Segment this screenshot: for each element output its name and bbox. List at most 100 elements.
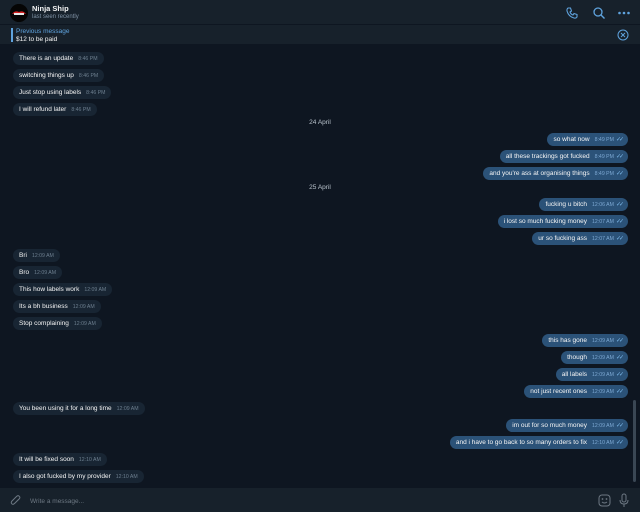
message-text: this has gone <box>548 337 588 344</box>
check-read-icon: ✓✓ <box>615 423 624 429</box>
message-text: This how labels work <box>19 286 80 293</box>
outgoing-message[interactable]: so what now 8:49 PM ✓✓ <box>547 133 628 146</box>
message-time: 12:09 AM <box>116 406 139 412</box>
message-text: and i have to go back to so many orders … <box>455 439 588 446</box>
message-text: Its a bh business <box>19 303 68 310</box>
composer <box>0 487 640 512</box>
message-time: 8:49 PM <box>594 137 614 143</box>
check-read-icon: ✓✓ <box>615 338 624 344</box>
message-text: switching things up <box>19 72 74 79</box>
incoming-message[interactable]: switching things up 8:46 PM <box>13 69 105 82</box>
check-read-icon: ✓✓ <box>615 154 624 160</box>
avatar[interactable] <box>10 4 28 22</box>
message-time: 12:09 AM <box>34 270 57 276</box>
message-time: 12:10 AM <box>78 457 101 463</box>
message-time: 12:09 AM <box>73 321 96 327</box>
incoming-message[interactable]: It will be fixed soon 12:10 AM <box>13 453 107 466</box>
incoming-message[interactable]: Just stop using labels 8:46 PM <box>13 86 112 99</box>
message-time: 12:09 AM <box>592 372 614 378</box>
message-time: 8:46 PM <box>86 90 106 96</box>
message-text: Just stop using labels <box>19 89 82 96</box>
message-text: all these trackings got fucked <box>505 153 590 160</box>
message-time: 12:09 AM <box>84 287 107 293</box>
pinned-text: $12 to be paid <box>16 36 58 43</box>
outgoing-message[interactable]: all these trackings got fucked 8:49 PM ✓✓ <box>499 150 628 163</box>
message-time: 12:07 AM <box>592 219 614 225</box>
check-read-icon: ✓✓ <box>615 372 624 378</box>
date-separator: 24 April <box>309 119 331 126</box>
outgoing-message[interactable]: im out for so much money 12:09 AM ✓✓ <box>506 419 628 432</box>
message-text: You been using it for a long time <box>19 405 112 412</box>
message-text: so what now <box>553 136 590 143</box>
message-time: 8:49 PM <box>594 154 614 160</box>
incoming-message[interactable]: There is an update 8:46 PM <box>13 52 104 65</box>
microphone-icon[interactable] <box>618 493 630 508</box>
message-time: 8:46 PM <box>71 107 91 113</box>
incoming-message[interactable]: This how labels work 12:09 AM <box>13 283 113 296</box>
incoming-message[interactable]: Bro 12:09 AM <box>13 266 63 279</box>
date-separator: 25 April <box>309 184 331 191</box>
phone-icon[interactable] <box>565 6 579 20</box>
outgoing-message[interactable]: though 12:09 AM ✓✓ <box>561 351 628 364</box>
close-icon[interactable] <box>617 29 629 41</box>
message-text: all labels <box>561 371 588 378</box>
outgoing-message[interactable]: and you're ass at organising things 8:49 … <box>483 167 628 180</box>
message-time: 12:09 AM <box>592 423 614 429</box>
message-text: fucking u bitch <box>545 201 588 208</box>
scrollbar[interactable] <box>633 400 636 482</box>
more-icon[interactable] <box>617 6 631 20</box>
check-read-icon: ✓✓ <box>615 440 624 446</box>
message-time: 12:10 AM <box>592 440 614 446</box>
message-text: I will refund later <box>19 106 67 113</box>
incoming-message[interactable]: I also got fucked by my provider 12:10 AM <box>13 470 144 483</box>
message-input[interactable] <box>28 494 592 509</box>
message-time: 8:46 PM <box>78 73 99 79</box>
message-text: i lost so much fucking money <box>503 218 588 225</box>
message-text: Stop complaining <box>19 320 69 327</box>
incoming-message[interactable]: Bri 12:09 AM <box>13 249 60 262</box>
check-read-icon: ✓✓ <box>615 355 624 361</box>
outgoing-message[interactable]: and i have to go back to so many orders … <box>449 436 628 449</box>
message-text: though <box>567 354 588 361</box>
search-icon[interactable] <box>592 6 606 20</box>
incoming-message[interactable]: Stop complaining 12:09 AM <box>13 317 102 330</box>
chat-status: last seen recently <box>32 14 79 20</box>
message-time: 12:06 AM <box>592 202 614 208</box>
message-time: 12:09 AM <box>72 304 95 310</box>
outgoing-message[interactable]: ur so fucking ass 12:07 AM ✓✓ <box>532 232 628 245</box>
pinned-accent-bar <box>11 28 13 42</box>
message-time: 12:09 AM <box>31 253 54 259</box>
message-text: It will be fixed soon <box>19 456 74 463</box>
outgoing-message[interactable]: this has gone 12:09 AM ✓✓ <box>542 334 628 347</box>
check-read-icon: ✓✓ <box>615 137 624 143</box>
message-text: ur so fucking ass <box>538 235 588 242</box>
message-text: not just recent ones <box>530 388 588 395</box>
sticker-icon[interactable] <box>598 494 611 507</box>
outgoing-message[interactable]: not just recent ones 12:09 AM ✓✓ <box>524 385 628 398</box>
pinned-message[interactable]: Previous message $12 to be paid <box>0 25 640 45</box>
message-text: im out for so much money <box>512 422 588 429</box>
chat-title[interactable]: Ninja Ship <box>32 4 69 13</box>
message-text: I also got fucked by my provider <box>19 473 111 480</box>
message-list[interactable]: 24 April 25 April There is an update 8:46… <box>0 45 640 487</box>
message-time: 12:09 AM <box>592 389 614 395</box>
incoming-message[interactable]: I will refund later 8:46 PM <box>13 103 97 116</box>
check-read-icon: ✓✓ <box>615 219 624 225</box>
check-read-icon: ✓✓ <box>615 236 624 242</box>
incoming-message[interactable]: Its a bh business 12:09 AM <box>13 300 101 313</box>
check-read-icon: ✓✓ <box>615 171 624 177</box>
outgoing-message[interactable]: i lost so much fucking money 12:07 AM ✓✓ <box>497 215 628 228</box>
chat-header: Ninja Ship last seen recently <box>0 0 640 25</box>
attach-icon[interactable] <box>10 494 22 507</box>
outgoing-message[interactable]: fucking u bitch 12:06 AM ✓✓ <box>539 198 628 211</box>
message-text: Bri <box>19 252 27 259</box>
message-time: 12:09 AM <box>592 355 614 361</box>
message-time: 12:07 AM <box>592 236 614 242</box>
message-text: There is an update <box>19 55 74 62</box>
message-time: 8:49 PM <box>594 171 614 177</box>
pinned-title: Previous message <box>16 28 70 35</box>
message-time: 12:09 AM <box>592 338 614 344</box>
message-time: 12:10 AM <box>115 474 138 480</box>
incoming-message[interactable]: You been using it for a long time 12:09 A… <box>13 402 145 415</box>
outgoing-message[interactable]: all labels 12:09 AM ✓✓ <box>555 368 628 381</box>
